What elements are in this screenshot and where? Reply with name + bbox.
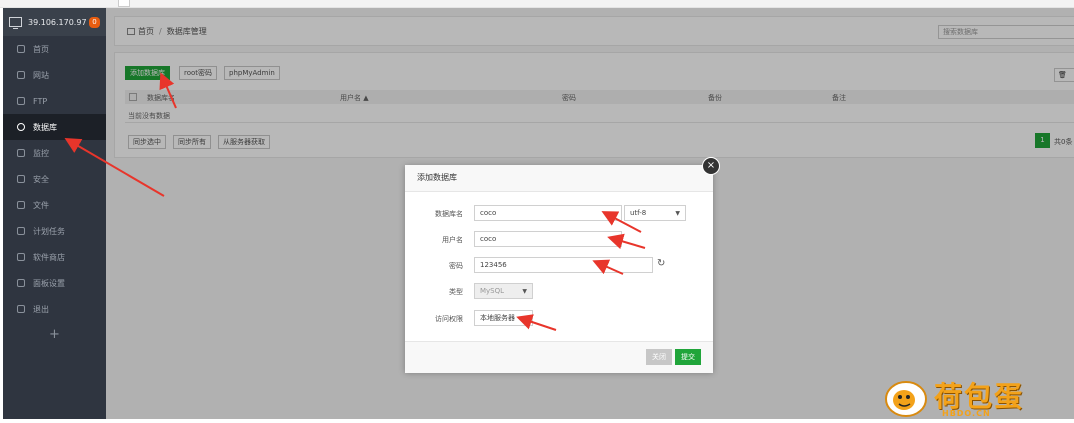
sidebar-item-6[interactable]: 文件 [3, 192, 106, 218]
modal-footer: 关闭 提交 [405, 341, 713, 373]
username-input[interactable]: coco [474, 231, 622, 247]
sidebar-item-0[interactable]: 首页 [3, 36, 106, 62]
sidebar-item-7[interactable]: 计划任务 [3, 218, 106, 244]
add-sidebar-item-button[interactable]: + [3, 322, 106, 346]
browser-tab[interactable] [118, 0, 130, 7]
username-label: 用户名 [442, 236, 463, 244]
grid-icon [17, 253, 25, 261]
sidebar-item-label: 退出 [33, 304, 49, 314]
close-icon[interactable]: × [702, 157, 720, 175]
calendar-icon [17, 227, 25, 235]
notification-badge[interactable]: 0 [89, 16, 100, 28]
access-label: 访问权限 [435, 315, 463, 323]
dbname-label: 数据库名 [435, 210, 463, 218]
shield-icon [17, 175, 25, 183]
server-header[interactable]: 39.106.170.97 0 [3, 8, 106, 36]
sidebar-item-1[interactable]: 网站 [3, 62, 106, 88]
submit-button[interactable]: 提交 [675, 349, 701, 365]
monitor-icon [9, 17, 22, 29]
type-label: 类型 [449, 288, 463, 296]
sidebar-item-label: 网站 [33, 70, 49, 80]
add-database-modal: 添加数据库 × 数据库名 coco utf-8 ▼ 用户名 coco 密码 123… [405, 157, 720, 373]
sidebar-item-label: FTP [33, 96, 48, 106]
gear-icon [17, 279, 25, 287]
modal-title: 添加数据库 [405, 165, 713, 192]
sidebar-item-2[interactable]: FTP [3, 88, 106, 114]
dbname-input[interactable]: coco [474, 205, 622, 221]
charset-select[interactable]: utf-8 ▼ [624, 205, 686, 221]
home-icon [17, 45, 25, 53]
password-input[interactable]: 123456 [474, 257, 653, 273]
server-ip: 39.106.170.97 [28, 17, 87, 27]
sidebar-item-label: 监控 [33, 148, 49, 158]
egg-mascot-icon [885, 381, 927, 417]
charset-value: utf-8 [630, 209, 647, 217]
chevron-down-icon: ▼ [522, 288, 527, 295]
sidebar-item-label: 安全 [33, 174, 49, 184]
database-icon [17, 123, 25, 131]
type-select: MySQL ▼ [474, 283, 533, 299]
chevron-down-icon: ▼ [675, 210, 680, 217]
logout-icon [17, 305, 25, 313]
monitor-icon [17, 149, 25, 157]
ftp-icon [17, 97, 25, 105]
sidebar: 39.106.170.97 0 首页网站 FTP 数据库监控安全文件计划任务软件商店… [3, 8, 106, 419]
sidebar-item-4[interactable]: 监控 [3, 140, 106, 166]
sidebar-item-label: 数据库 [33, 122, 57, 132]
folder-icon [17, 201, 25, 209]
sidebar-item-label: 首页 [33, 44, 49, 54]
sidebar-item-3[interactable]: 数据库 [3, 114, 106, 140]
sidebar-item-label: 文件 [33, 200, 49, 210]
sidebar-item-8[interactable]: 软件商店 [3, 244, 106, 270]
access-select[interactable]: 本地服务器 ▼ [474, 310, 533, 326]
password-label: 密码 [449, 262, 463, 270]
sidebar-item-label: 计划任务 [33, 226, 65, 236]
sidebar-item-10[interactable]: 退出 [3, 296, 106, 322]
type-value: MySQL [480, 287, 505, 295]
close-button[interactable]: 关闭 [646, 349, 672, 365]
watermark-domain: HBDO.CN [942, 409, 991, 418]
sidebar-item-label: 面板设置 [33, 278, 65, 288]
browser-top-strip [0, 0, 1074, 8]
refresh-icon[interactable]: ↻ [657, 258, 665, 269]
sidebar-item-5[interactable]: 安全 [3, 166, 106, 192]
chevron-down-icon: ▼ [522, 315, 527, 322]
globe-icon [17, 71, 25, 79]
sidebar-item-9[interactable]: 面板设置 [3, 270, 106, 296]
sidebar-item-label: 软件商店 [33, 252, 65, 262]
site-watermark-logo: 荷包蛋 HBDO.CN [884, 375, 1064, 421]
access-value: 本地服务器 [480, 314, 515, 322]
